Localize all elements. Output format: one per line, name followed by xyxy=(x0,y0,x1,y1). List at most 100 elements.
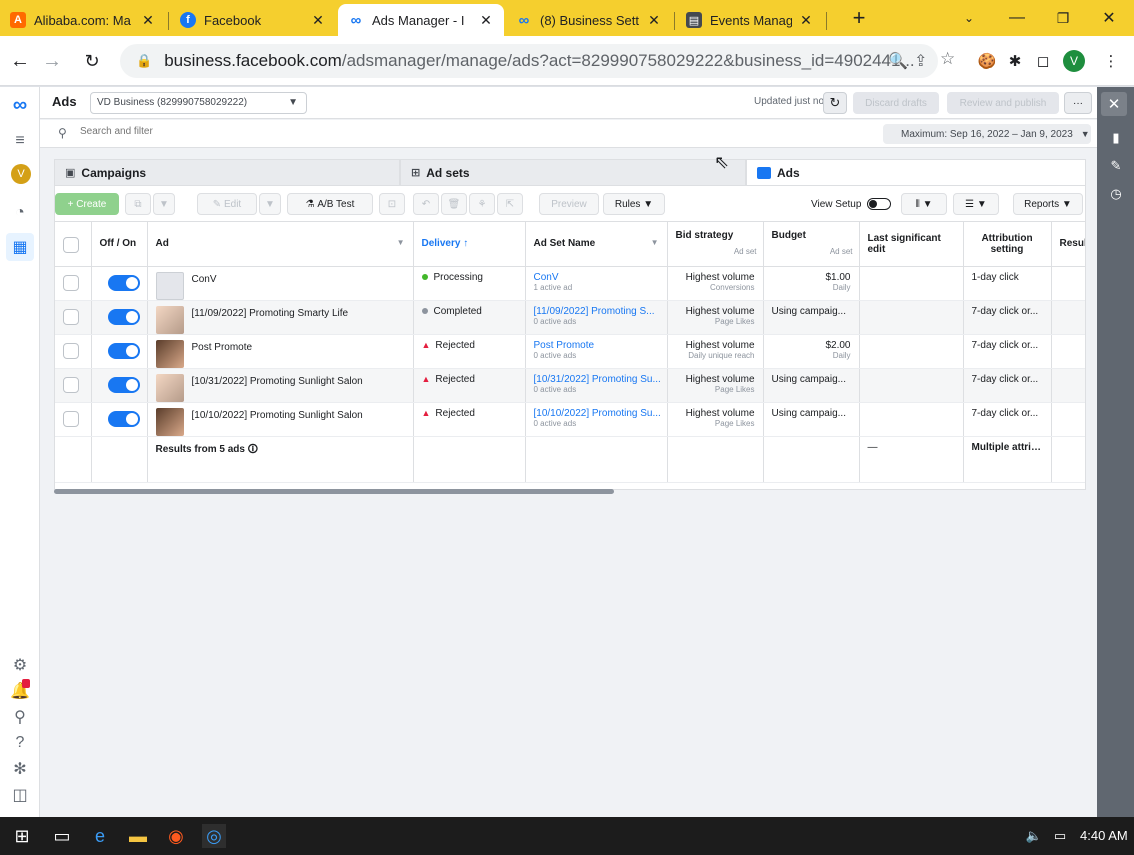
zoom-icon[interactable]: 🔍 xyxy=(888,51,908,71)
col-last-significant-edit[interactable]: Last significant edit xyxy=(859,222,964,267)
profile-avatar[interactable]: V xyxy=(1063,50,1085,72)
ad-name-cell[interactable]: [11/09/2022] Promoting Smarty Life xyxy=(147,300,414,335)
more-options-button[interactable]: ··· xyxy=(1064,92,1092,114)
ad-name-cell[interactable]: ConV xyxy=(147,266,414,301)
tab-alibaba[interactable]: A Alibaba.com: Ma ✕ xyxy=(0,4,166,36)
windows-start-icon[interactable]: ⊞ xyxy=(10,824,34,848)
horizontal-scrollbar[interactable] xyxy=(54,489,614,494)
taskbar-clock[interactable]: 4:40 AM xyxy=(1080,828,1128,843)
row-checkbox[interactable] xyxy=(63,342,79,359)
search-input[interactable] xyxy=(80,126,680,137)
tab-events-manager[interactable]: ▤ Events Manager ✕ xyxy=(676,4,824,36)
tab-ads[interactable]: Ads xyxy=(746,159,1086,185)
col-ad-set-name[interactable]: Ad Set Name ▼ xyxy=(525,222,668,267)
account-avatar[interactable]: V xyxy=(11,164,31,184)
date-range-picker[interactable]: Maximum: Sep 16, 2022 – Jan 9, 2023 ▼ xyxy=(883,124,1091,144)
rules-button[interactable]: Rules ▼ xyxy=(603,193,665,215)
ad-toggle-switch[interactable] xyxy=(107,274,140,291)
forward-icon[interactable]: → xyxy=(38,47,66,75)
row-checkbox[interactable] xyxy=(63,308,79,325)
side-panel-icon[interactable]: ◻ xyxy=(1032,50,1054,72)
undo-icon[interactable]: ↶ xyxy=(413,193,439,215)
row-checkbox[interactable] xyxy=(63,376,79,393)
chevron-down-icon[interactable]: ▼ xyxy=(153,193,175,215)
ad-name-cell[interactable]: Post Promote xyxy=(147,334,414,369)
row-checkbox[interactable] xyxy=(63,410,79,427)
chevron-down-icon[interactable]: ▼ xyxy=(259,193,281,215)
col-results[interactable]: Resul xyxy=(1051,222,1085,267)
close-panel-button[interactable]: ✕ xyxy=(1101,92,1127,116)
opera-icon[interactable]: ◉ xyxy=(164,824,188,848)
close-icon[interactable]: ✕ xyxy=(310,12,326,29)
notifications-bell-icon[interactable]: 🔔 xyxy=(6,677,34,705)
new-tab-button[interactable]: + xyxy=(836,0,882,36)
edit-button[interactable]: ✎ Edit xyxy=(197,193,257,215)
refresh-button[interactable]: ↻ xyxy=(823,92,847,114)
chart-icon[interactable]: ▮ xyxy=(1103,125,1129,151)
col-budget[interactable]: Budget Ad set xyxy=(763,222,860,267)
tab-ads-manager[interactable]: ∞ Ads Manager - I ✕ xyxy=(338,4,504,36)
edit-pencil-icon[interactable]: ✎ xyxy=(1103,153,1129,179)
table-row[interactable]: Post Promote ▲ Rejected Post Promote 0 act… xyxy=(55,334,1085,369)
select-all-checkbox[interactable] xyxy=(63,237,79,254)
ad-name-cell[interactable]: [10/31/2022] Promoting Sunlight Salon xyxy=(147,368,414,403)
menu-icon[interactable]: ⋮ xyxy=(1100,50,1122,72)
restore-button[interactable]: ❐ xyxy=(1040,0,1086,36)
export-icon[interactable]: ⇱ xyxy=(497,193,523,215)
history-clock-icon[interactable]: ◷ xyxy=(1103,181,1129,207)
table-row[interactable]: ConV Processing ConV 1 active ad Highest … xyxy=(55,266,1085,301)
ad-toggle-switch[interactable] xyxy=(107,342,140,359)
settings-gear-icon[interactable]: ⚙ xyxy=(6,651,34,679)
tab-business-settings[interactable]: ∞ (8) Business Sett ✕ xyxy=(506,4,672,36)
col-off-on[interactable]: Off / On xyxy=(91,222,148,267)
window-close-button[interactable]: ✕ xyxy=(1086,0,1132,36)
col-ad[interactable]: Ad ▼ xyxy=(147,222,414,267)
collapse-panel-icon[interactable]: ◫ xyxy=(6,781,34,809)
file-explorer-icon[interactable]: ▬ xyxy=(126,824,150,848)
hamburger-menu-icon[interactable]: ≡ xyxy=(6,127,34,155)
review-publish-button[interactable]: Review and publish xyxy=(947,92,1059,114)
adset-cell[interactable]: ConV 1 active ad xyxy=(525,266,668,301)
info-icon[interactable]: 🛈 xyxy=(248,444,258,455)
network-icon[interactable]: ▭ xyxy=(1048,824,1072,848)
archive-icon[interactable]: ⊡ xyxy=(379,193,405,215)
dashboard-gauge-icon[interactable]: ◔ xyxy=(6,199,34,227)
ad-name-cell[interactable]: [10/10/2022] Promoting Sunlight Salon xyxy=(147,402,414,437)
close-icon[interactable]: ✕ xyxy=(646,12,662,29)
table-row[interactable]: [10/31/2022] Promoting Sunlight Salon ▲ R… xyxy=(55,368,1085,403)
ad-toggle-switch[interactable] xyxy=(107,376,140,393)
col-bid-strategy[interactable]: Bid strategy Ad set xyxy=(667,222,764,267)
bookmark-star-icon[interactable]: ☆ xyxy=(940,49,955,69)
tab-ad-sets[interactable]: ⊞ Ad sets xyxy=(400,159,746,185)
tab-facebook[interactable]: f Facebook ✕ xyxy=(170,4,336,36)
table-row[interactable]: [10/10/2022] Promoting Sunlight Salon ▲ R… xyxy=(55,402,1085,437)
help-icon[interactable]: ? xyxy=(6,729,34,757)
bug-report-icon[interactable]: ✻ xyxy=(6,755,34,783)
ab-test-button[interactable]: ⚗ A/B Test xyxy=(287,193,373,215)
address-bar[interactable]: 🔒 business.facebook.com/adsmanager/manag… xyxy=(120,44,938,78)
columns-button[interactable]: ⦀ ▼ xyxy=(901,193,947,215)
task-view-icon[interactable]: ▭ xyxy=(50,824,74,848)
create-button[interactable]: + Create xyxy=(55,193,119,215)
volume-muted-icon[interactable]: 🔈 xyxy=(1022,824,1046,848)
tab-campaigns[interactable]: ▣ Campaigns xyxy=(54,159,400,185)
cookie-extension-icon[interactable]: 🍪 xyxy=(976,50,998,72)
extensions-puzzle-icon[interactable]: ✱ xyxy=(1004,50,1026,72)
close-icon[interactable]: ✕ xyxy=(798,12,814,29)
col-attribution-setting[interactable]: Attribution setting xyxy=(963,222,1052,267)
ads-manager-grid-icon[interactable]: ▦ xyxy=(6,233,34,261)
table-row[interactable]: [11/09/2022] Promoting Smarty Life Compl… xyxy=(55,300,1085,335)
share-icon[interactable]: ⇪ xyxy=(914,51,927,71)
adset-cell[interactable]: [10/10/2022] Promoting Su... 0 active ads xyxy=(525,402,668,437)
adset-cell[interactable]: [11/09/2022] Promoting S... 0 active ads xyxy=(525,300,668,335)
chrome-icon[interactable]: ◎ xyxy=(202,824,226,848)
duplicate-icon[interactable]: ⧉ xyxy=(125,193,151,215)
adset-cell[interactable]: Post Promote 0 active ads xyxy=(525,334,668,369)
tab-search-icon[interactable]: ⌄ xyxy=(946,0,992,36)
reload-icon[interactable]: ↻ xyxy=(78,47,106,75)
ad-toggle-switch[interactable] xyxy=(107,410,140,427)
minimize-button[interactable]: — xyxy=(994,0,1040,36)
view-setup-switch[interactable] xyxy=(867,198,892,210)
ad-toggle-switch[interactable] xyxy=(107,308,140,325)
delete-icon[interactable]: 🗑 xyxy=(441,193,467,215)
